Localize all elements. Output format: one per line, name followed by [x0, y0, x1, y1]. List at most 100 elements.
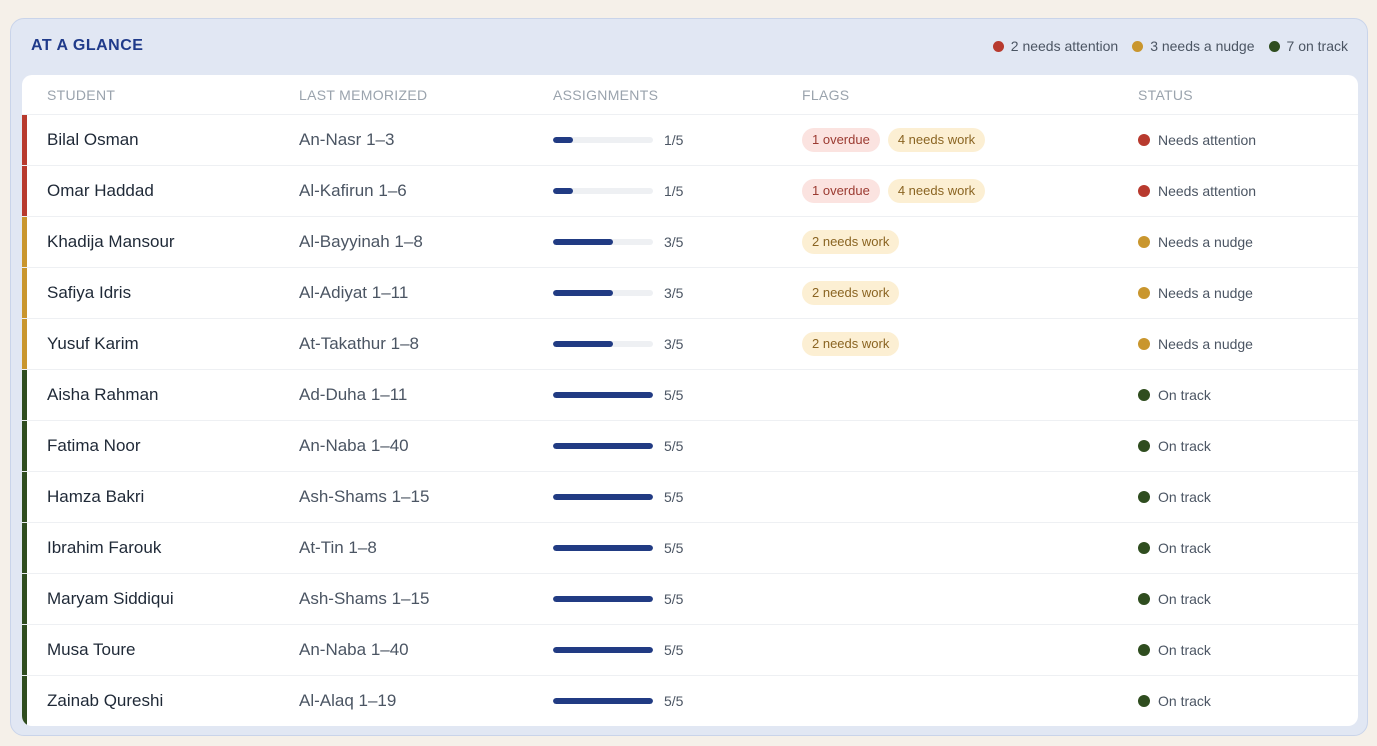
row-status-accent	[22, 625, 27, 675]
panel-header: AT A GLANCE 2 needs attention 3 needs a …	[11, 19, 1367, 75]
ontrack-dot-icon	[1268, 40, 1280, 52]
progress-fill	[553, 545, 653, 551]
last-memorized: At-Tin 1–8	[299, 538, 377, 557]
row-status-accent	[22, 166, 27, 216]
table-row[interactable]: Safiya Idris Al-Adiyat 1–11 3/5 2 needs wor…	[22, 268, 1358, 319]
table-row[interactable]: Zainab Qureshi Al-Alaq 1–19 5/5 On track	[22, 676, 1358, 726]
assignments-count: 5/5	[664, 693, 684, 709]
table-row[interactable]: Ibrahim Farouk At-Tin 1–8 5/5 On track	[22, 523, 1358, 574]
last-memorized: Al-Kafirun 1–6	[299, 181, 407, 200]
flags-cell: 2 needs work	[802, 319, 900, 369]
row-status-accent	[22, 319, 27, 369]
table-row[interactable]: Fatima Noor An-Naba 1–40 5/5 On track	[22, 421, 1358, 472]
assignments-progress: 3/5	[553, 319, 683, 369]
status-dot-icon	[1138, 185, 1150, 197]
assignments-progress: 5/5	[553, 523, 683, 573]
column-last-memorized: LAST MEMORIZED	[299, 87, 428, 103]
progress-fill	[553, 290, 613, 296]
status-label: On track	[1158, 540, 1211, 556]
progress-fill	[553, 698, 653, 704]
table-row[interactable]: Khadija Mansour Al-Bayyinah 1–8 3/5 2 needs…	[22, 217, 1358, 268]
assignments-count: 5/5	[664, 591, 684, 607]
status-label: Needs attention	[1158, 132, 1257, 148]
overdue-badge[interactable]: 1 overdue	[802, 128, 880, 152]
progress-fill	[553, 443, 653, 449]
status-dot-icon	[1138, 695, 1150, 707]
status-cell: On track	[1138, 676, 1211, 726]
assignments-progress: 5/5	[553, 676, 683, 726]
status-cell: On track	[1138, 472, 1211, 522]
last-memorized: Ash-Shams 1–15	[299, 487, 430, 506]
status-dot-icon	[1138, 338, 1150, 350]
status-label: On track	[1158, 591, 1211, 607]
assignments-count: 3/5	[664, 336, 684, 352]
student-name: Safiya Idris	[47, 283, 132, 302]
table-row[interactable]: Aisha Rahman Ad-Duha 1–11 5/5 On track	[22, 370, 1358, 421]
overdue-badge[interactable]: 1 overdue	[802, 179, 880, 203]
summary-ontrack-label: 7 on track	[1286, 38, 1348, 54]
table-row[interactable]: Omar Haddad Al-Kafirun 1–6 1/5 1 overdue 4 n…	[22, 166, 1358, 217]
progress-fill	[553, 392, 653, 398]
progress-track	[553, 188, 653, 194]
progress-track	[553, 290, 653, 296]
summary-attention-label: 2 needs attention	[1010, 38, 1119, 54]
row-status-accent	[22, 217, 27, 267]
last-memorized: An-Naba 1–40	[299, 640, 409, 659]
needs-work-badge[interactable]: 2 needs work	[802, 281, 900, 305]
status-cell: Needs attention	[1138, 115, 1256, 165]
assignments-progress: 1/5	[553, 166, 683, 216]
status-dot-icon	[1138, 644, 1150, 656]
progress-fill	[553, 137, 573, 143]
status-dot-icon	[1138, 287, 1150, 299]
last-memorized: Ash-Shams 1–15	[299, 589, 430, 608]
assignments-count: 1/5	[664, 132, 684, 148]
column-flags: FLAGS	[802, 87, 850, 103]
assignments-progress: 3/5	[553, 268, 683, 318]
summary-ontrack: 7 on track	[1268, 38, 1348, 54]
students-table: STUDENT LAST MEMORIZED ASSIGNMENTS FLAGS…	[22, 75, 1358, 726]
status-label: Needs a nudge	[1158, 234, 1253, 250]
needs-work-badge[interactable]: 4 needs work	[887, 179, 986, 203]
table-row[interactable]: Musa Toure An-Naba 1–40 5/5 On track	[22, 625, 1358, 676]
table-row[interactable]: Hamza Bakri Ash-Shams 1–15 5/5 On track	[22, 472, 1358, 523]
status-label: Needs a nudge	[1158, 336, 1253, 352]
panel-title: AT A GLANCE	[31, 37, 144, 54]
student-name: Aisha Rahman	[47, 385, 159, 404]
status-label: On track	[1158, 693, 1211, 709]
needs-work-badge[interactable]: 2 needs work	[802, 230, 900, 254]
assignments-count: 5/5	[664, 489, 684, 505]
assignments-count: 5/5	[664, 438, 684, 454]
last-memorized: Al-Adiyat 1–11	[299, 283, 409, 302]
status-label: On track	[1158, 489, 1211, 505]
row-status-accent	[22, 574, 27, 624]
table-row[interactable]: Bilal Osman An-Nasr 1–3 1/5 1 overdue 4 need…	[22, 115, 1358, 166]
student-name: Hamza Bakri	[47, 487, 145, 506]
status-cell: Needs a nudge	[1138, 217, 1253, 267]
assignments-progress: 5/5	[553, 472, 683, 522]
assignments-count: 1/5	[664, 183, 684, 199]
progress-track	[553, 698, 653, 704]
table-header: STUDENT LAST MEMORIZED ASSIGNMENTS FLAGS…	[22, 75, 1358, 115]
column-status: STATUS	[1138, 87, 1193, 103]
progress-fill	[553, 494, 653, 500]
assignments-count: 3/5	[664, 285, 684, 301]
assignments-count: 5/5	[664, 642, 684, 658]
progress-fill	[553, 596, 653, 602]
status-label: Needs attention	[1158, 183, 1257, 199]
row-status-accent	[22, 421, 27, 471]
table-row[interactable]: Maryam Siddiqui Ash-Shams 1–15 5/5 On track	[22, 574, 1358, 625]
needs-work-badge[interactable]: 4 needs work	[887, 128, 986, 152]
last-memorized: Ad-Duha 1–11	[299, 385, 408, 404]
attention-dot-icon	[992, 40, 1004, 52]
student-name: Zainab Qureshi	[47, 691, 164, 710]
needs-work-badge[interactable]: 2 needs work	[802, 332, 900, 356]
status-cell: On track	[1138, 523, 1211, 573]
status-dot-icon	[1138, 134, 1150, 146]
status-label: On track	[1158, 438, 1211, 454]
progress-fill	[553, 341, 613, 347]
table-row[interactable]: Yusuf Karim At-Takathur 1–8 3/5 2 needs wor…	[22, 319, 1358, 370]
last-memorized: At-Takathur 1–8	[299, 334, 420, 353]
student-name: Fatima Noor	[47, 436, 141, 455]
last-memorized: Al-Bayyinah 1–8	[299, 232, 423, 251]
status-label: Needs a nudge	[1158, 285, 1253, 301]
